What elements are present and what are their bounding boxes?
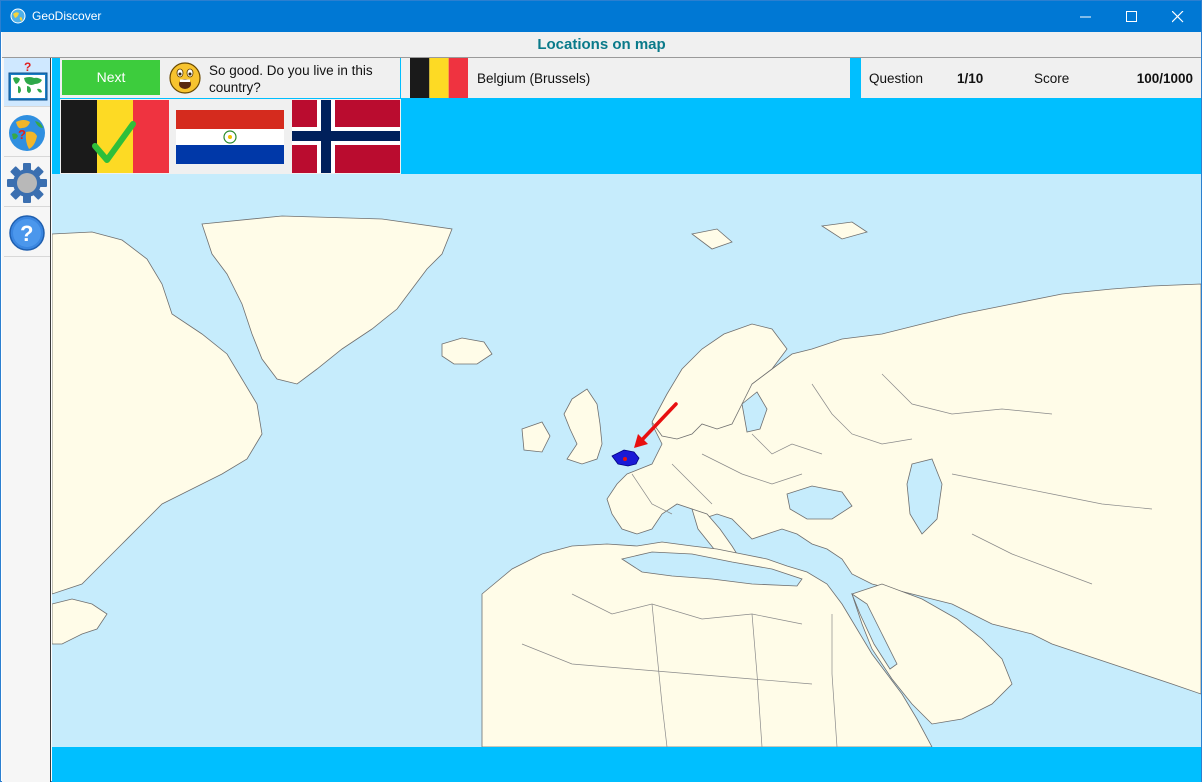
svg-text:?: ? — [20, 221, 33, 246]
question-counter: 1/10 — [957, 71, 984, 86]
option-flag-paraguay[interactable] — [176, 100, 284, 173]
help-icon: ? — [9, 215, 45, 251]
maximize-button[interactable] — [1109, 1, 1155, 32]
score-label: Score — [1034, 71, 1070, 86]
sidebar: ? ? ? — [2, 58, 51, 782]
page-title: Locations on map — [537, 36, 666, 53]
svg-text:?: ? — [18, 127, 26, 142]
svg-text:?: ? — [24, 60, 31, 74]
app-window: GeoDiscover Locations on map ? ? ? Next … — [0, 0, 1202, 782]
flag-paraguay-icon — [176, 110, 284, 164]
answer-panel: Belgium (Brussels) — [401, 58, 850, 98]
option-flag-norway[interactable] — [292, 100, 400, 173]
status-band — [52, 747, 1201, 782]
title-bar[interactable]: GeoDiscover — [1, 1, 1201, 32]
close-button[interactable] — [1155, 1, 1201, 32]
sidebar-item-globe-quiz[interactable]: ? — [4, 108, 50, 157]
main-content: Next So good. Do you live in this countr… — [52, 58, 1201, 782]
sidebar-item-map-quiz[interactable]: ? — [4, 58, 50, 107]
world-map-question-icon: ? — [8, 60, 48, 101]
close-icon — [1172, 11, 1184, 23]
score-panel: Question 1/10 Score 100/1000 — [861, 58, 1201, 98]
gear-icon — [7, 163, 47, 203]
world-map[interactable] — [52, 174, 1201, 747]
sidebar-item-help[interactable]: ? — [4, 208, 50, 257]
option-flag-belgium[interactable] — [61, 100, 169, 173]
flag-norway-icon — [292, 100, 400, 173]
surprised-face-icon — [169, 62, 201, 94]
minimize-icon — [1080, 16, 1091, 18]
answer-country: Belgium (Brussels) — [477, 71, 591, 86]
minimize-button[interactable] — [1063, 1, 1109, 32]
score-value: 100/1000 — [1136, 71, 1193, 86]
feedback-message: So good. Do you live in this country? — [209, 63, 373, 95]
page-header: Locations on map — [2, 32, 1201, 58]
flag-belgium-icon — [410, 58, 468, 98]
app-logo-icon — [10, 8, 26, 24]
maximize-icon — [1126, 11, 1137, 22]
globe-question-icon: ? — [9, 115, 45, 151]
checkmark-icon — [92, 121, 136, 163]
window-title: GeoDiscover — [32, 9, 102, 23]
flag-options — [60, 99, 401, 174]
map-canvas[interactable] — [52, 174, 1201, 747]
feedback-strip: Next So good. Do you live in this countr… — [60, 58, 400, 98]
next-button[interactable]: Next — [62, 60, 160, 95]
question-label: Question — [869, 71, 924, 86]
sidebar-item-settings[interactable] — [4, 158, 50, 207]
